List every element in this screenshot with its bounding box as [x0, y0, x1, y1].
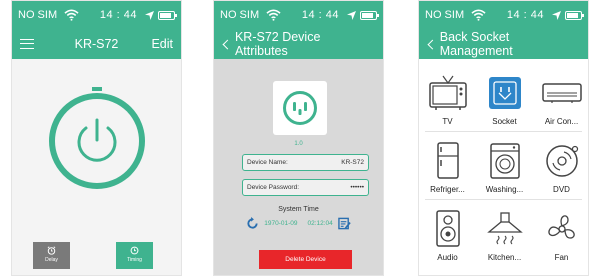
alarm-clock-icon — [47, 246, 56, 255]
wifi-icon — [471, 9, 486, 21]
device-attributes-screen: NO SIM 14 : 44 KR-S72 Device Attributes … — [213, 0, 384, 276]
page-title: Back Socket Management — [439, 30, 513, 58]
page-title: KR-S72 Device Attributes — [234, 30, 321, 58]
system-time-label: System Time — [278, 206, 319, 213]
clock: 14 : 44 — [301, 9, 339, 21]
appliance-air-conditioner[interactable]: Air Con... — [533, 65, 588, 131]
appliance-label: Refriger... — [430, 185, 465, 194]
appliance-label: Kitchen... — [487, 253, 522, 262]
battery-icon — [158, 10, 177, 20]
row-divider — [425, 199, 582, 200]
appliance-label: DVD — [553, 185, 570, 194]
system-time-row: 1970-01-09 02:12:04 — [224, 217, 373, 230]
appliance-washing-machine[interactable]: Washing... — [476, 133, 533, 199]
speaker-icon — [428, 209, 468, 249]
timing-label: Timing — [127, 257, 142, 263]
timer-icon — [130, 246, 139, 255]
refresh-icon[interactable] — [246, 217, 259, 230]
clock: 14 : 44 — [99, 9, 137, 21]
wifi-icon — [266, 9, 281, 21]
location-arrow-icon — [145, 10, 154, 20]
clock: 14 : 44 — [506, 9, 544, 21]
appliance-tv[interactable]: TV — [419, 65, 476, 131]
appliance-label: TV — [442, 117, 453, 126]
location-arrow-icon — [552, 10, 561, 20]
power-button[interactable] — [49, 87, 145, 189]
tv-icon — [428, 73, 468, 113]
device-icon-tile — [273, 81, 327, 135]
refrigerator-icon — [428, 141, 468, 181]
socket-management-screen: NO SIM 14 : 44 Back Socket Management TV… — [418, 0, 589, 276]
delete-device-button[interactable]: Delete Device — [259, 250, 352, 269]
carrier-label: NO SIM — [425, 9, 465, 21]
row-divider — [425, 131, 582, 132]
dvd-icon — [542, 141, 582, 181]
delay-button[interactable]: Delay — [33, 242, 70, 269]
system-clock: 02:12:04 — [307, 220, 333, 227]
back-chevron-icon[interactable] — [427, 39, 438, 49]
device-password-label: Device Password: — [247, 184, 300, 191]
socket-icon — [485, 73, 525, 113]
status-bar: NO SIM 14 : 44 — [12, 1, 181, 29]
fan-icon — [542, 209, 582, 249]
status-bar: NO SIM 14 : 44 — [214, 1, 383, 29]
edit-time-icon[interactable] — [338, 217, 351, 230]
appliance-audio[interactable]: Audio — [419, 201, 476, 267]
system-date: 1970-01-09 — [264, 220, 298, 227]
power-icon — [77, 118, 117, 162]
delay-label: Delay — [45, 257, 58, 263]
appliance-refrigerator[interactable]: Refriger... — [419, 133, 476, 199]
air-conditioner-icon — [541, 73, 582, 113]
wifi-icon — [64, 9, 79, 21]
main-navbar: KR-S72 Edit — [12, 29, 181, 59]
appliance-label: Audio — [437, 253, 458, 262]
firmware-version: 1.0 — [294, 141, 303, 147]
location-arrow-icon — [347, 10, 356, 20]
plug-icon — [283, 91, 317, 125]
main-screen: NO SIM 14 : 44 KR-S72 Edit Delay Timing — [11, 0, 182, 276]
attributes-panel: 1.0 Device Name: KR-S72 Device Password:… — [214, 59, 383, 275]
socket-navbar: Back Socket Management — [419, 29, 588, 59]
washing-machine-icon — [485, 141, 525, 181]
device-password-field[interactable]: Device Password: •••••• — [242, 179, 369, 196]
appliance-fan[interactable]: Fan — [533, 201, 588, 267]
timing-button[interactable]: Timing — [116, 242, 153, 269]
appliance-kitchen[interactable]: Kitchen... — [476, 201, 533, 267]
attributes-navbar: KR-S72 Device Attributes — [214, 29, 383, 59]
range-hood-icon — [485, 209, 525, 249]
back-chevron-icon[interactable] — [222, 39, 233, 49]
status-bar: NO SIM 14 : 44 — [419, 1, 588, 29]
appliance-label: Fan — [554, 253, 569, 262]
device-name-label: Device Name: — [247, 159, 288, 166]
device-name-value: KR-S72 — [341, 159, 364, 166]
appliance-socket[interactable]: Socket — [476, 65, 533, 131]
appliance-label: Washing... — [485, 185, 524, 194]
carrier-label: NO SIM — [18, 9, 58, 21]
device-name-field[interactable]: Device Name: KR-S72 — [242, 154, 369, 171]
appliance-dvd[interactable]: DVD — [533, 133, 588, 199]
device-password-value: •••••• — [350, 184, 364, 191]
appliance-label: Air Con... — [544, 117, 579, 126]
appliance-label: Socket — [492, 117, 517, 126]
edit-button[interactable]: Edit — [151, 37, 173, 51]
menu-icon[interactable] — [20, 39, 34, 49]
battery-icon — [565, 10, 584, 20]
carrier-label: NO SIM — [220, 9, 260, 21]
battery-icon — [360, 10, 379, 20]
